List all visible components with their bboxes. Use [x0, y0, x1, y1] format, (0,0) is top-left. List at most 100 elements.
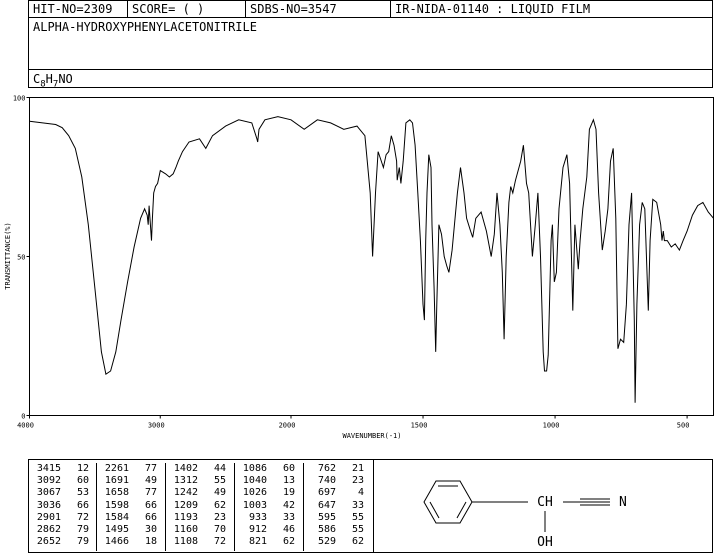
- peak-wavenumber: 1598: [104, 499, 129, 511]
- peak-wavenumber: 1312: [173, 475, 198, 487]
- peak-transmittance: 66: [144, 511, 157, 523]
- peak-wavenumber: 2862: [36, 524, 61, 536]
- peak-row: 1584 66: [97, 512, 165, 524]
- peak-wavenumber: 3415: [36, 463, 61, 474]
- peak-transmittance: 23: [351, 475, 364, 487]
- peak-wavenumber: 1584: [104, 511, 129, 523]
- peak-transmittance: 66: [76, 499, 89, 511]
- y-axis-label: TRANSMITTANCE(%): [4, 222, 12, 289]
- peak-wavenumber: 1242: [173, 487, 198, 499]
- peak-wavenumber: 1108: [173, 536, 198, 548]
- peak-wavenumber: 740: [317, 475, 336, 487]
- peak-transmittance: 44: [213, 463, 226, 474]
- peak-wavenumber: 1193: [173, 511, 198, 523]
- peak-transmittance: 77: [144, 463, 157, 474]
- peak-row: 912 46: [235, 524, 303, 536]
- peak-row: 740 23: [304, 475, 375, 487]
- peak-transmittance: 66: [144, 499, 157, 511]
- peak-transmittance: 62: [213, 499, 226, 511]
- peak-transmittance: 70: [213, 524, 226, 536]
- peak-transmittance: 60: [76, 475, 89, 487]
- peak-wavenumber: 821: [248, 536, 267, 548]
- peak-transmittance: 21: [351, 463, 364, 474]
- peak-row: 933 33: [235, 512, 303, 524]
- divider: [29, 69, 712, 70]
- peak-row: 1193 23: [166, 512, 234, 524]
- spectrum-header: HIT-NO=2309 SCORE= ( ) SDBS-NO=3547 IR-N…: [28, 0, 713, 89]
- peak-row: 1003 42: [235, 500, 303, 512]
- peak-transmittance: 72: [76, 511, 89, 523]
- peak-wavenumber: 647: [317, 499, 336, 511]
- peak-row: 2261 77: [97, 463, 165, 475]
- peak-wavenumber: 1086: [242, 463, 267, 474]
- peak-wavenumber: 3092: [36, 475, 61, 487]
- peak-wavenumber: 1658: [104, 487, 129, 499]
- peak-transmittance: 60: [282, 463, 295, 474]
- peak-transmittance: 55: [213, 475, 226, 487]
- peak-transmittance: 30: [144, 524, 157, 536]
- ir-code: IR-NIDA-01140 : LIQUID FILM: [395, 2, 591, 16]
- x-tick-label: 1500: [411, 422, 428, 430]
- hit-number: HIT-NO=2309: [29, 1, 128, 17]
- peak-row: 1040 13: [235, 475, 303, 487]
- peak-wavenumber: 3067: [36, 487, 61, 499]
- peak-transmittance: 42: [282, 499, 295, 511]
- peak-transmittance: 13: [282, 475, 295, 487]
- peak-wavenumber: 2901: [36, 511, 61, 523]
- peak-transmittance: 55: [351, 524, 364, 536]
- peak-row: 697 4: [304, 487, 375, 499]
- molecule-structure: CH N OH: [423, 480, 627, 550]
- peak-row: 3092 60: [29, 475, 96, 487]
- peak-row: 529 62: [304, 536, 375, 548]
- spectrum-trace: [29, 116, 714, 403]
- y-axis: 0 50 100: [13, 95, 30, 421]
- peak-row: 1209 62: [166, 500, 234, 512]
- sdbs-number: SDBS-NO=3547: [246, 1, 391, 17]
- oh-label: OH: [537, 535, 553, 550]
- peak-wavenumber: 3036: [36, 499, 61, 511]
- peak-row: 586 55: [304, 524, 375, 536]
- peak-transmittance: 62: [351, 536, 364, 548]
- peak-transmittance: 18: [144, 536, 157, 548]
- score: SCORE= ( ): [128, 1, 246, 17]
- peak-row: 1402 44: [166, 463, 234, 475]
- peak-wavenumber: 912: [248, 524, 267, 536]
- peak-column: 3415 12 3092 60 3067 53 3036 66 2901 72 2862 79 2652…: [29, 463, 97, 551]
- peak-row: 1242 49: [166, 487, 234, 499]
- peak-transmittance: 33: [351, 499, 364, 511]
- peak-transmittance: 23: [213, 511, 226, 523]
- peak-row: 1691 49: [97, 475, 165, 487]
- header-info-row: HIT-NO=2309 SCORE= ( ) SDBS-NO=3547 IR-N…: [29, 1, 712, 18]
- n-label: N: [619, 495, 627, 510]
- peak-row: 1160 70: [166, 524, 234, 536]
- peak-wavenumber: 1402: [173, 463, 198, 474]
- peak-row: 1658 77: [97, 487, 165, 499]
- peak-table: 3415 12 3092 60 3067 53 3036 66 2901 72 2862 79 2652…: [28, 459, 374, 553]
- x-tick-label: 4000: [17, 422, 34, 430]
- peak-row: 821 62: [235, 536, 303, 548]
- peak-row: 1026 19: [235, 487, 303, 499]
- x-axis-label: WAVENUMBER(-1): [342, 432, 401, 440]
- structure-panel: CH N OH: [374, 459, 713, 553]
- peak-wavenumber: 595: [317, 511, 336, 523]
- peak-wavenumber: 1466: [104, 536, 129, 548]
- peak-column: 1402 44 1312 55 1242 49 1209 62 1193 23 1160 70 1108…: [166, 463, 235, 551]
- peak-row: 2652 79: [29, 536, 96, 548]
- peak-row: 1598 66: [97, 500, 165, 512]
- peak-transmittance: 49: [144, 475, 157, 487]
- y-tick-label: 100: [13, 95, 26, 103]
- peak-row: 1086 60: [235, 463, 303, 475]
- peak-transmittance: 4: [357, 487, 364, 499]
- peak-wavenumber: 1209: [173, 499, 198, 511]
- peak-transmittance: 53: [76, 487, 89, 499]
- peak-wavenumber: 933: [248, 511, 267, 523]
- peak-transmittance: 46: [282, 524, 295, 536]
- peak-row: 3415 12: [29, 463, 96, 475]
- peak-transmittance: 77: [144, 487, 157, 499]
- peak-wavenumber: 1040: [242, 475, 267, 487]
- peak-wavenumber: 1160: [173, 524, 198, 536]
- peak-wavenumber: 1026: [242, 487, 267, 499]
- peak-row: 595 55: [304, 512, 375, 524]
- peak-column: 2261 77 1691 49 1658 77 1598 66 1584 66 1495 30 1466…: [97, 463, 166, 551]
- peak-wavenumber: 1691: [104, 475, 129, 487]
